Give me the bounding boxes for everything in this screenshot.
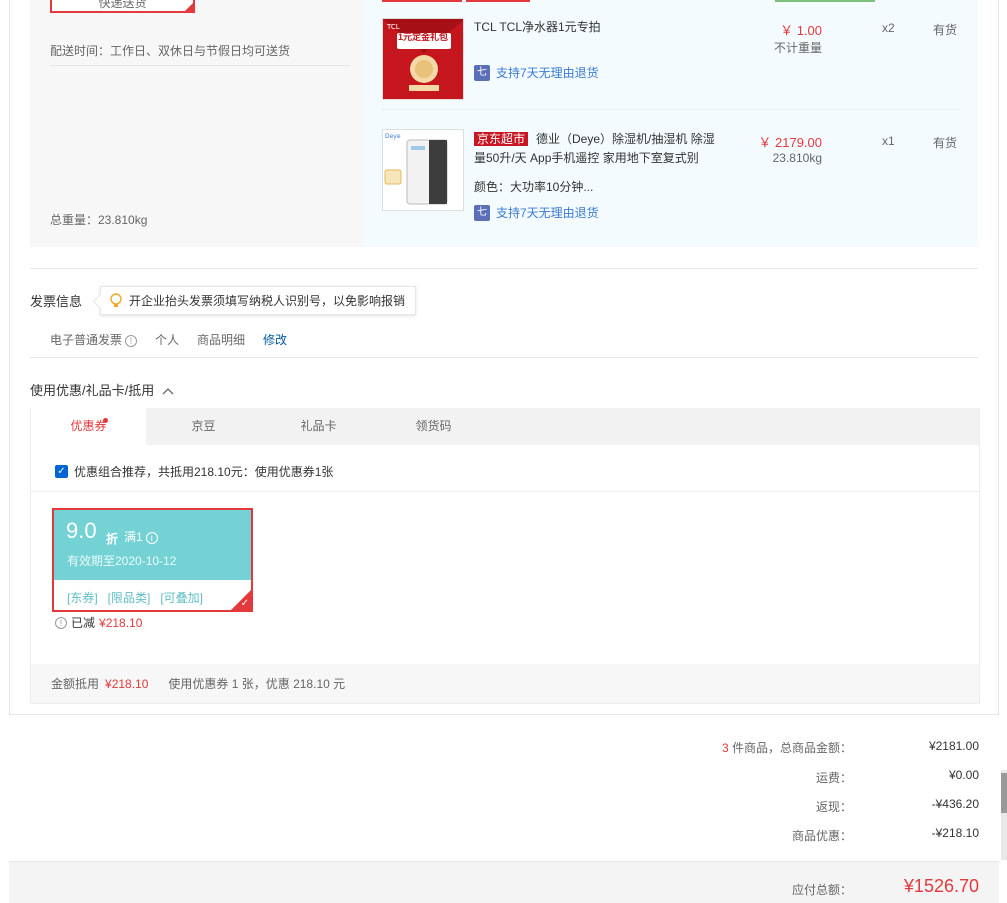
product-qty: x2 (882, 21, 895, 35)
chevron-up-icon (162, 388, 174, 395)
rebate-label: 返现： (815, 800, 852, 814)
tag-stub (775, 0, 875, 2)
invoice-content: 商品明细 (197, 333, 246, 347)
coupon-summary: 金额抵用 ¥218.10 使用优惠券 1 张，优惠 218.10 元 (31, 664, 979, 703)
invoice-details: 电子普通发票! 个人 商品明细 修改 (50, 331, 287, 348)
goods-count-label: 3 件商品，总商品金额： (552, 739, 852, 756)
tab-jd-beans[interactable]: 京豆 (146, 408, 261, 446)
delivery-time-text: 配送时间：工作日、双休日与节假日均可送货 (50, 44, 291, 58)
coupon-card-header: 9.0 折 满1 i 有效期至2020-10-12 (54, 510, 251, 580)
tab-coupons[interactable]: 优惠券 (31, 408, 146, 446)
dehumidifier-icon: Deye (383, 130, 463, 210)
info-icon[interactable]: ! (125, 335, 138, 347)
notification-dot-icon (103, 418, 108, 423)
tag-stub (466, 0, 530, 2)
product-price: ￥ 1.00 (780, 23, 822, 38)
coupon-section-title: 使用优惠/礼品卡/抵用 (30, 383, 155, 398)
invoice-tip-text: 开企业抬头发票须填写纳税人识别号，以免影响报销 (129, 294, 406, 308)
combo-recommend: ✓ 优惠组合推荐，共抵用218.10元：使用优惠券1张 (55, 463, 333, 480)
invoice-type: 电子普通发票! (50, 331, 138, 348)
coupon-tags: [东券] [限品类] [可叠加] (67, 589, 203, 606)
info-icon[interactable]: ! (55, 616, 67, 629)
tag-stub (382, 0, 462, 2)
product-stock: 有货 (933, 136, 958, 150)
freight-amount: ¥0.00 (948, 768, 979, 782)
invoice-title: 发票信息 (30, 294, 83, 309)
tab-label: 优惠券 (70, 419, 107, 433)
product-weight: 23.810kg (772, 151, 822, 165)
product-thumbnail[interactable]: Deye (382, 129, 464, 211)
product-weight: 不计重量 (773, 41, 822, 55)
selected-corner-icon (183, 1, 193, 11)
product-price: ￥ 2179.00 (758, 135, 822, 150)
goods-amount: ¥2181.00 (928, 739, 979, 753)
scrollbar-thumb[interactable] (1001, 773, 1007, 813)
check-icon: ✓ (240, 598, 249, 609)
coupon-condition-text: 满1 (124, 530, 143, 544)
invoice-edit-link[interactable]: 修改 (263, 331, 287, 348)
coupon-saved: ! 已减 ¥218.10 (52, 614, 142, 631)
pay-total-label: 应付总额： (791, 883, 852, 897)
coupon-section-toggle[interactable]: 使用优惠/礼品卡/抵用 (30, 380, 174, 399)
coupon-tag: [东券] (67, 591, 98, 605)
divider (382, 109, 960, 110)
tab-label: 礼品卡 (300, 419, 337, 433)
divider (30, 357, 978, 358)
total-weight: 总重量：23.810kg (50, 213, 148, 227)
discount-label: 商品优惠： (791, 829, 852, 843)
lightbulb-icon (110, 292, 122, 307)
coupon-summary-text: 使用优惠券 1 张，优惠 218.10 元 (168, 677, 346, 691)
divider (31, 491, 979, 492)
coupon-card[interactable]: 9.0 折 满1 i 有效期至2020-10-12 [东券] [限品类] [可叠加… (52, 508, 253, 612)
shipping-panel (30, 0, 362, 247)
tab-redeem-code[interactable]: 领货码 (376, 408, 491, 446)
return-policy[interactable]: 七 支持7天无理由退货 (474, 204, 599, 221)
freight-label: 运费： (815, 771, 852, 785)
product-name[interactable]: 京东超市 德业（Deye）除湿机/抽湿机 除湿量50升/天 App手机遥控 家用地… (474, 130, 719, 168)
return-policy-text: 支持7天无理由退货 (496, 206, 599, 220)
coupon-saved-amount: ¥218.10 (99, 615, 143, 630)
coupon-summary-label: 金额抵用 (51, 677, 100, 691)
rebate-amount: -¥436.20 (931, 797, 979, 811)
combo-text: 优惠组合推荐，共抵用218.10元：使用优惠券1张 (74, 465, 334, 479)
product-stock: 有货 (933, 23, 958, 37)
return-policy-icon: 七 (474, 64, 490, 81)
product-name[interactable]: TCL TCL净水器1元专拍 (474, 18, 734, 37)
goods-count-text: 件商品，总商品金额： (731, 741, 852, 755)
info-icon[interactable]: i (145, 532, 158, 544)
delivery-option-button[interactable]: 快递送货 (50, 0, 195, 13)
invoice-holder: 个人 (155, 333, 180, 347)
discount-amount: -¥218.10 (931, 826, 979, 840)
coupon-value: 9.0 (66, 518, 97, 543)
coupon-expiry: 有效期至2020-10-12 (67, 554, 177, 568)
svg-text:Deye: Deye (385, 133, 401, 140)
delivery-option-label: 快递送货 (98, 0, 147, 10)
jd-supermarket-tag: 京东超市 (474, 132, 529, 146)
return-policy-icon: 七 (474, 204, 490, 221)
coupon-tag: [可叠加] (160, 591, 204, 605)
coupon-summary-amount: ¥218.10 (105, 676, 149, 691)
coupon-tag: [限品类] (107, 591, 151, 605)
tab-gift-card[interactable]: 礼品卡 (261, 408, 376, 446)
thumbnail-text: 1元定金礼包 (397, 32, 448, 42)
divider (30, 268, 978, 269)
product-attribute: 颜色：大功率10分钟... (474, 180, 594, 194)
coupon-saved-label: 已减 (71, 616, 96, 630)
return-policy-text: 支持7天无理由退货 (496, 66, 599, 80)
product-qty: x1 (882, 134, 895, 148)
goods-count: 3 (721, 741, 729, 755)
combo-checkbox[interactable]: ✓ (55, 465, 68, 478)
coupon-unit: 折 (106, 532, 119, 546)
return-policy[interactable]: 七 支持7天无理由退货 (474, 64, 599, 81)
divider (50, 65, 350, 66)
invoice-type-text: 电子普通发票 (50, 333, 123, 347)
pay-total-amount: ¥1526.70 (903, 876, 979, 896)
invoice-tip: 开企业抬头发票须填写纳税人识别号，以免影响报销 (100, 286, 416, 315)
tab-label: 领货码 (415, 419, 452, 433)
tab-label: 京豆 (191, 419, 216, 433)
coupon-condition: 满1 i (124, 528, 158, 545)
